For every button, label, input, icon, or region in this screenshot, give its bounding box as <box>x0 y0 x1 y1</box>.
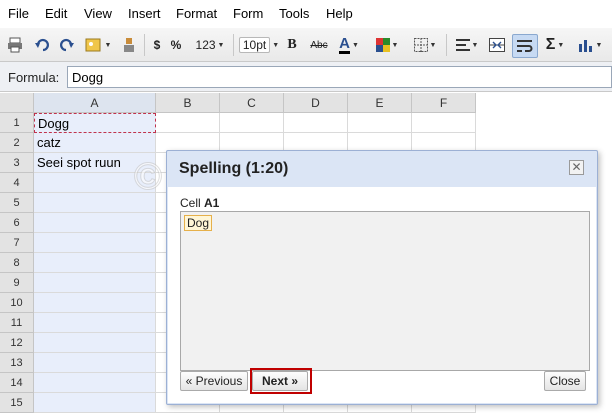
menu-bar: File Edit View Insert Format Form Tools … <box>0 0 612 28</box>
cell-ref: A1 <box>204 196 220 210</box>
toolbar: ▼ $ % 123 ▼ 10pt ▼ B Abc A ▼ ▼ ▼ ▼ Σ ▼ ▼ <box>0 28 612 62</box>
chevron-down-icon: ▼ <box>557 41 565 49</box>
row-header-3[interactable]: 3 <box>0 153 34 173</box>
merge-cells-icon[interactable] <box>486 34 508 56</box>
row-header-1[interactable]: 1 <box>0 113 34 133</box>
row-header-13[interactable]: 13 <box>0 353 34 373</box>
wrap-text-icon[interactable] <box>512 34 538 58</box>
insert-chart-dropdown[interactable]: ▼ <box>574 34 606 56</box>
select-all-corner[interactable] <box>0 93 34 113</box>
cell-a10[interactable] <box>34 293 156 313</box>
strikethrough-button[interactable]: Abc <box>308 34 330 56</box>
text-color-dropdown[interactable]: A ▼ <box>334 34 364 56</box>
cell-f1[interactable] <box>412 113 476 133</box>
previous-button[interactable]: « Previous <box>180 371 248 391</box>
menu-insert[interactable]: Insert <box>128 6 161 21</box>
align-dropdown[interactable]: ▼ <box>452 34 482 56</box>
column-header-f[interactable]: F <box>412 93 476 113</box>
close-button[interactable]: Close <box>544 371 586 391</box>
cell-a4[interactable] <box>34 173 156 193</box>
cell-b1[interactable] <box>156 113 220 133</box>
borders-icon <box>413 38 428 52</box>
font-size-dropdown[interactable]: 10pt ▼ <box>237 34 281 56</box>
chevron-down-icon: ▼ <box>272 41 280 49</box>
cell-a3[interactable]: Seei spot ruun <box>34 153 156 173</box>
row-header-10[interactable]: 10 <box>0 293 34 313</box>
column-header-e[interactable]: E <box>348 93 412 113</box>
redo-icon[interactable] <box>57 34 77 56</box>
column-header-d[interactable]: D <box>284 93 348 113</box>
cell-a15[interactable] <box>34 393 156 413</box>
print-icon[interactable] <box>5 34 25 56</box>
functions-dropdown[interactable]: Σ ▼ <box>542 34 568 56</box>
number-format-dropdown[interactable]: 123 ▼ <box>190 34 230 56</box>
cell-prefix: Cell <box>180 196 201 210</box>
cell-a8[interactable] <box>34 253 156 273</box>
row-header-12[interactable]: 12 <box>0 333 34 353</box>
cell-a14[interactable] <box>34 373 156 393</box>
undo-icon[interactable] <box>32 34 52 56</box>
paint-format-icon[interactable] <box>119 34 139 56</box>
menu-file[interactable]: File <box>8 6 29 21</box>
percent-format-button[interactable]: % <box>168 34 184 56</box>
align-left-icon <box>455 39 470 51</box>
menu-view[interactable]: View <box>84 6 112 21</box>
row-header-5[interactable]: 5 <box>0 193 34 213</box>
dialog-title: Spelling (1:20) <box>179 160 289 177</box>
column-header-c[interactable]: C <box>220 93 284 113</box>
background-color-dropdown[interactable]: ▼ <box>372 34 402 56</box>
next-button[interactable]: Next » <box>252 371 308 391</box>
cell-c1[interactable] <box>220 113 284 133</box>
cell-a11[interactable] <box>34 313 156 333</box>
cell-a6[interactable] <box>34 213 156 233</box>
dialog-body: Cell A1 Dog « Previous Next » Close <box>168 187 596 403</box>
cell-a7[interactable] <box>34 233 156 253</box>
row-header-6[interactable]: 6 <box>0 213 34 233</box>
cell-a1[interactable]: Dogg <box>34 113 156 133</box>
text-color-icon: A <box>339 35 350 54</box>
row-header-14[interactable]: 14 <box>0 373 34 393</box>
chart-icon <box>578 40 592 52</box>
cell-d1[interactable] <box>284 113 348 133</box>
cell-reference: Cell A1 <box>180 196 219 210</box>
suggestions-area: Dog <box>180 211 590 371</box>
row-header-9[interactable]: 9 <box>0 273 34 293</box>
insert-image-icon[interactable]: ▼ <box>84 34 112 56</box>
column-header-a[interactable]: A <box>34 93 156 113</box>
column-header-b[interactable]: B <box>156 93 220 113</box>
cell-a2[interactable]: catz <box>34 133 156 153</box>
menu-format[interactable]: Format <box>176 6 217 21</box>
sum-icon: Σ <box>545 36 556 53</box>
row-header-7[interactable]: 7 <box>0 233 34 253</box>
cell-a12[interactable] <box>34 333 156 353</box>
cell-a13[interactable] <box>34 353 156 373</box>
menu-tools[interactable]: Tools <box>279 6 309 21</box>
borders-dropdown[interactable]: ▼ <box>410 34 440 56</box>
menu-edit[interactable]: Edit <box>45 6 67 21</box>
cell-a5[interactable] <box>34 193 156 213</box>
bold-button[interactable]: B <box>284 34 300 56</box>
row-header-8[interactable]: 8 <box>0 253 34 273</box>
formula-bar: Formula: <box>0 62 612 92</box>
currency-format-button[interactable]: $ <box>150 34 164 56</box>
cell-a9[interactable] <box>34 273 156 293</box>
suggestion-word[interactable]: Dog <box>184 215 213 231</box>
formula-label: Formula: <box>8 70 60 85</box>
font-size-value: 10pt <box>238 37 271 53</box>
number-format-label: 123 <box>195 38 216 52</box>
close-icon[interactable]: ✕ <box>569 160 584 175</box>
row-header-15[interactable]: 15 <box>0 393 34 413</box>
cell-e1[interactable] <box>348 113 412 133</box>
row-header-4[interactable]: 4 <box>0 173 34 193</box>
spelling-dialog: Spelling (1:20) ✕ Cell A1 Dog « Previous… <box>166 150 598 405</box>
row-header-11[interactable]: 11 <box>0 313 34 333</box>
menu-form[interactable]: Form <box>233 6 263 21</box>
row-header-2[interactable]: 2 <box>0 133 34 153</box>
chevron-down-icon: ▼ <box>217 41 225 49</box>
formula-input[interactable] <box>67 66 612 88</box>
chevron-down-icon: ▼ <box>351 41 359 49</box>
menu-help[interactable]: Help <box>326 6 353 21</box>
fill-color-icon <box>375 38 390 52</box>
